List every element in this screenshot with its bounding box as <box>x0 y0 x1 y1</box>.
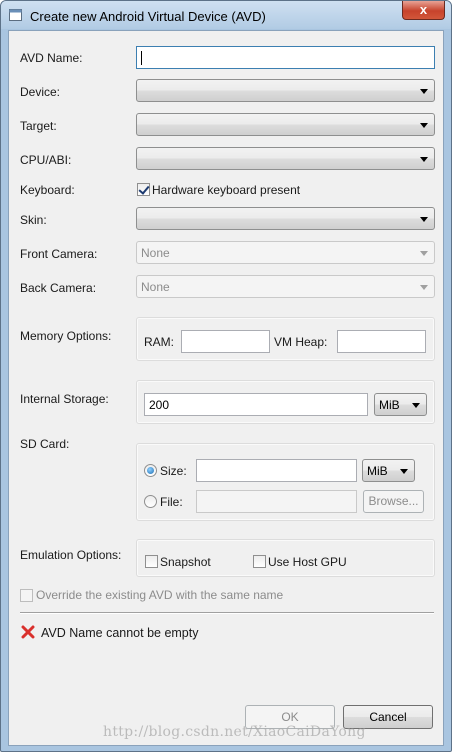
close-button[interactable]: x <box>402 1 445 20</box>
front-camera-value: None <box>141 246 170 260</box>
sd-size-input[interactable] <box>196 459 357 482</box>
internal-storage-label: Internal Storage: <box>20 392 109 406</box>
text-caret <box>141 51 142 65</box>
device-select[interactable] <box>136 79 435 102</box>
avd-name-label: AVD Name: <box>20 51 83 65</box>
error-x-icon <box>21 625 35 639</box>
back-camera-select[interactable]: None <box>136 275 435 298</box>
internal-storage-group: MiB <box>136 380 435 424</box>
cpu-abi-select[interactable] <box>136 147 435 170</box>
target-label: Target: <box>20 119 57 133</box>
front-camera-select[interactable]: None <box>136 241 435 264</box>
chevron-down-icon <box>420 157 428 162</box>
sd-card-label: SD Card: <box>20 437 70 451</box>
ram-input[interactable] <box>181 330 270 353</box>
title-bar[interactable]: Create new Android Virtual Device (AVD) … <box>1 1 451 29</box>
target-select[interactable] <box>136 113 435 136</box>
avd-dialog-window: Create new Android Virtual Device (AVD) … <box>0 0 452 752</box>
use-host-gpu-label[interactable]: Use Host GPU <box>268 555 347 569</box>
error-message: AVD Name cannot be empty <box>41 626 199 640</box>
ram-label: RAM: <box>144 335 174 349</box>
browse-button[interactable]: Browse... <box>363 490 424 513</box>
hardware-keyboard-checkbox[interactable] <box>137 183 150 196</box>
back-camera-label: Back Camera: <box>20 281 97 295</box>
hardware-keyboard-label[interactable]: Hardware keyboard present <box>152 183 300 197</box>
snapshot-label[interactable]: Snapshot <box>160 555 211 569</box>
sd-size-unit-value: MiB <box>367 464 388 478</box>
back-camera-value: None <box>141 280 170 294</box>
sd-size-unit-select[interactable]: MiB <box>362 459 415 482</box>
internal-storage-unit-value: MiB <box>379 398 400 412</box>
vm-heap-label: VM Heap: <box>274 335 328 349</box>
separator <box>20 612 434 614</box>
memory-options-label: Memory Options: <box>20 329 112 343</box>
internal-storage-unit-select[interactable]: MiB <box>374 393 427 416</box>
sd-file-label[interactable]: File: <box>160 495 183 509</box>
internal-storage-input[interactable] <box>144 393 368 416</box>
keyboard-label: Keyboard: <box>20 183 75 197</box>
sd-file-input[interactable] <box>196 490 357 513</box>
close-icon: x <box>419 2 428 17</box>
chevron-down-icon <box>420 217 428 222</box>
snapshot-checkbox[interactable] <box>145 555 158 568</box>
use-host-gpu-checkbox[interactable] <box>253 555 266 568</box>
emulation-options-label: Emulation Options: <box>20 548 122 562</box>
cpu-abi-label: CPU/ABI: <box>20 153 72 167</box>
avd-name-input[interactable] <box>136 46 435 69</box>
chevron-down-icon <box>412 403 420 408</box>
watermark-text: http://blog.csdn.net/XiaoCaiDaYong <box>103 724 366 740</box>
device-label: Device: <box>20 85 61 99</box>
skin-select[interactable] <box>136 207 435 230</box>
memory-options-group: RAM: VM Heap: <box>136 317 435 361</box>
chevron-down-icon <box>420 251 428 256</box>
sd-card-group: Size: MiB File: Browse... <box>136 443 435 521</box>
emulation-options-group: Snapshot Use Host GPU <box>136 539 435 577</box>
chevron-down-icon <box>420 285 428 290</box>
sd-file-radio[interactable] <box>144 495 157 508</box>
dialog-body: AVD Name: Device: Target: CPU/ABI: Keybo… <box>8 30 444 746</box>
window-title: Create new Android Virtual Device (AVD) <box>30 9 266 24</box>
override-existing-checkbox[interactable] <box>20 589 33 602</box>
chevron-down-icon <box>420 89 428 94</box>
sd-size-label[interactable]: Size: <box>160 464 187 478</box>
sd-size-radio[interactable] <box>144 464 157 477</box>
front-camera-label: Front Camera: <box>20 247 98 261</box>
override-existing-label[interactable]: Override the existing AVD with the same … <box>36 588 283 602</box>
window-app-icon <box>9 9 22 21</box>
skin-label: Skin: <box>20 213 47 227</box>
chevron-down-icon <box>420 123 428 128</box>
vm-heap-input[interactable] <box>337 330 426 353</box>
chevron-down-icon <box>400 469 408 474</box>
